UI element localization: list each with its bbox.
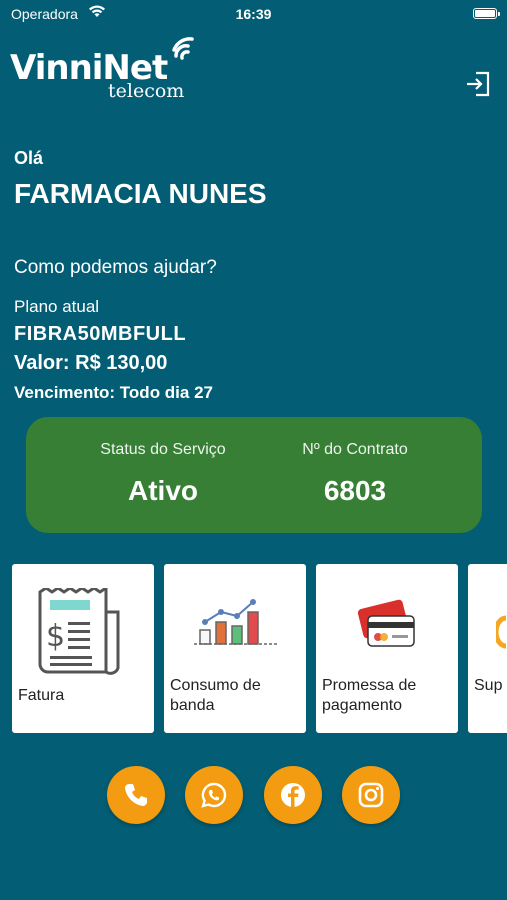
bandwidth-chart-icon	[194, 599, 278, 645]
clock: 16:39	[235, 6, 272, 22]
tile-support[interactable]: Sup	[468, 564, 507, 733]
credit-card-icon	[357, 599, 415, 647]
service-status-card: Status do Serviço Ativo Nº do Contrato 6…	[26, 417, 482, 533]
invoice-icon: $	[38, 588, 120, 675]
plan-value: Valor: R$ 130,00	[14, 352, 168, 374]
battery-icon	[473, 8, 500, 19]
phone-button[interactable]	[107, 766, 165, 824]
tile-invoice-label: Fatura	[18, 687, 65, 704]
contract-number-value: 6803	[323, 475, 387, 506]
service-status: Status do Serviço Ativo	[63, 441, 263, 507]
service-status-value: Ativo	[128, 475, 198, 506]
logout-button[interactable]	[464, 70, 492, 98]
whatsapp-button[interactable]	[185, 766, 243, 824]
client-name: FARMACIA NUNES	[14, 178, 267, 209]
plan-label: Plano atual	[14, 297, 100, 316]
instagram-button[interactable]	[342, 766, 400, 824]
instagram-icon	[358, 782, 384, 808]
signal-waves-icon	[172, 37, 194, 60]
facebook-icon	[281, 783, 305, 807]
tile-support-label: Sup	[474, 677, 503, 694]
battery-tip	[498, 12, 500, 16]
vinninet-logo: VinniNet telecom	[10, 34, 210, 102]
support-icon	[496, 615, 507, 649]
logout-icon	[467, 71, 490, 97]
contract-number: Nº do Contrato 6803	[255, 441, 455, 507]
tile-bandwidth[interactable]: Consumo de banda	[164, 564, 306, 733]
tile-payment-promise[interactable]: Promessa de pagamento	[316, 564, 458, 733]
whatsapp-icon	[201, 782, 227, 808]
service-status-label: Status do Serviço	[100, 441, 226, 458]
battery-level	[475, 10, 495, 17]
social-links	[0, 766, 507, 826]
tile-bandwidth-label: Consumo de banda	[170, 677, 261, 714]
contract-number-label: Nº do Contrato	[302, 441, 408, 458]
svg-text:$: $	[46, 619, 65, 654]
phone-icon	[125, 784, 147, 806]
service-tiles: $ Fatura Consumo de banda Promessa de pa…	[12, 564, 507, 734]
plan-name: FIBRA50MBFULL	[14, 323, 187, 345]
help-prompt: Como podemos ajudar?	[14, 257, 217, 278]
status-bar: Operadora 16:39	[0, 0, 507, 28]
plan-due-date: Vencimento: Todo dia 27	[14, 383, 213, 402]
greeting: Olá	[14, 148, 44, 168]
facebook-button[interactable]	[264, 766, 322, 824]
logo-subtitle: telecom	[108, 80, 185, 102]
tile-invoice[interactable]: $ Fatura	[12, 564, 154, 733]
tile-payment-promise-label: Promessa de pagamento	[322, 677, 417, 714]
